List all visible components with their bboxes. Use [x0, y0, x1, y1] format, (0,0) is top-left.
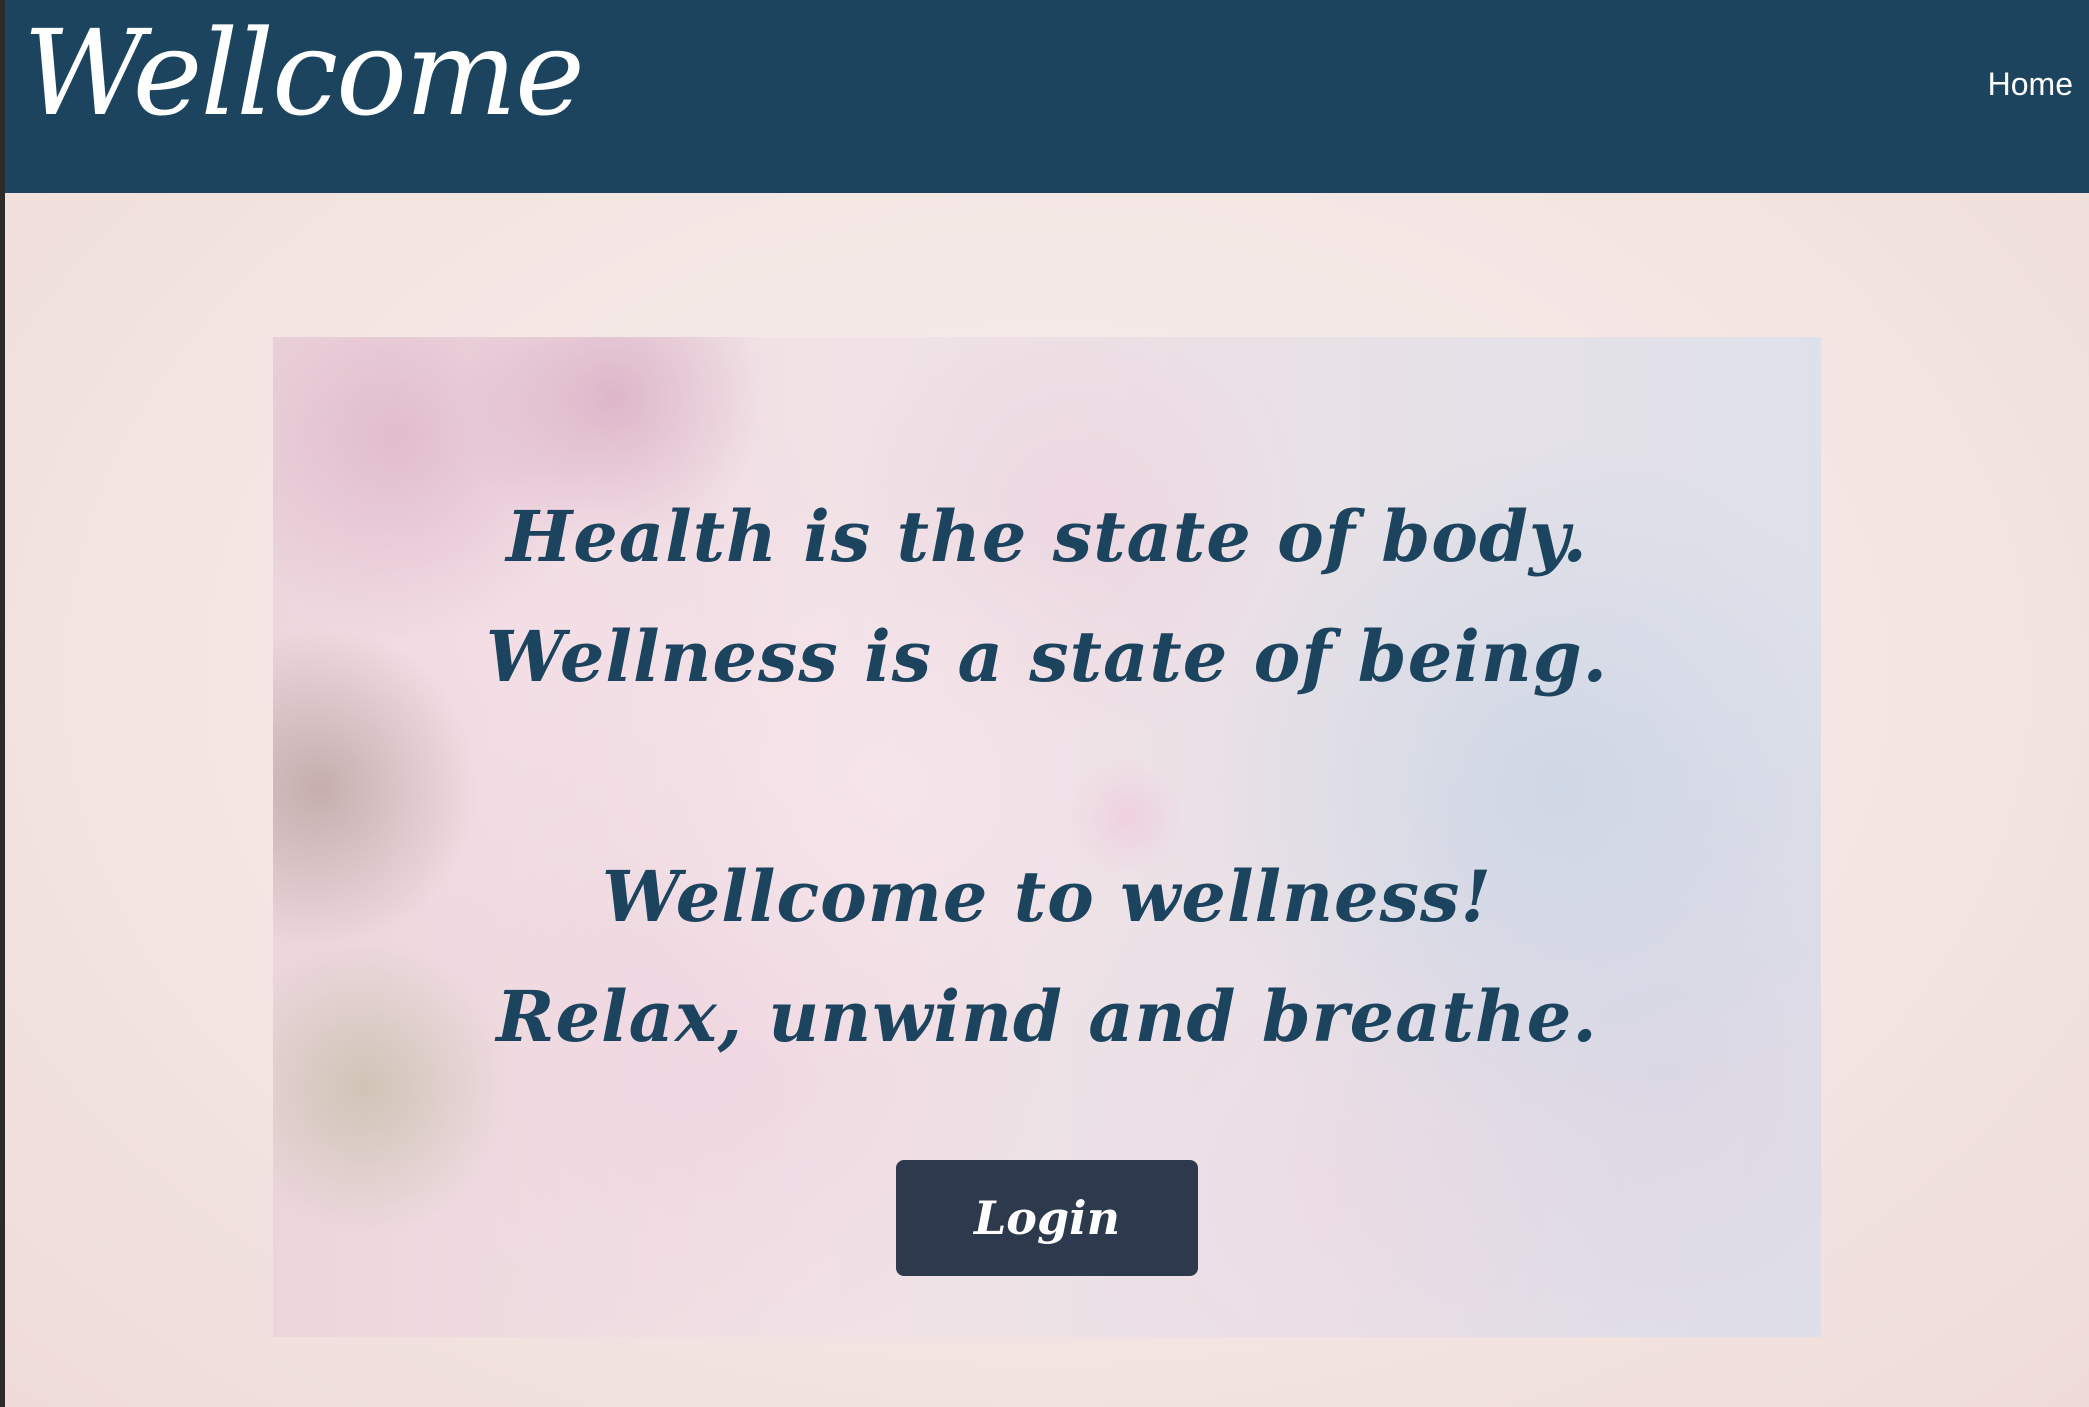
hero-panel: Health is the state of body. Wellness is…	[273, 337, 1821, 1337]
nav-link-home[interactable]: Home	[1988, 66, 2073, 103]
navbar: Wellcome Home	[5, 0, 2089, 193]
hero-spacer	[273, 717, 1821, 837]
brand-logo[interactable]: Wellcome	[23, 8, 585, 138]
login-button[interactable]: Login	[896, 1160, 1198, 1276]
hero-message: Health is the state of body. Wellness is…	[273, 477, 1821, 1077]
hero-line-welcome: Wellcome to wellness!	[601, 855, 1493, 938]
hero-line-wellness: Wellness is a state of being.	[485, 615, 1609, 698]
hero-line-health: Health is the state of body.	[506, 495, 1588, 578]
hero-line-relax: Relax, unwind and breathe.	[496, 975, 1598, 1058]
